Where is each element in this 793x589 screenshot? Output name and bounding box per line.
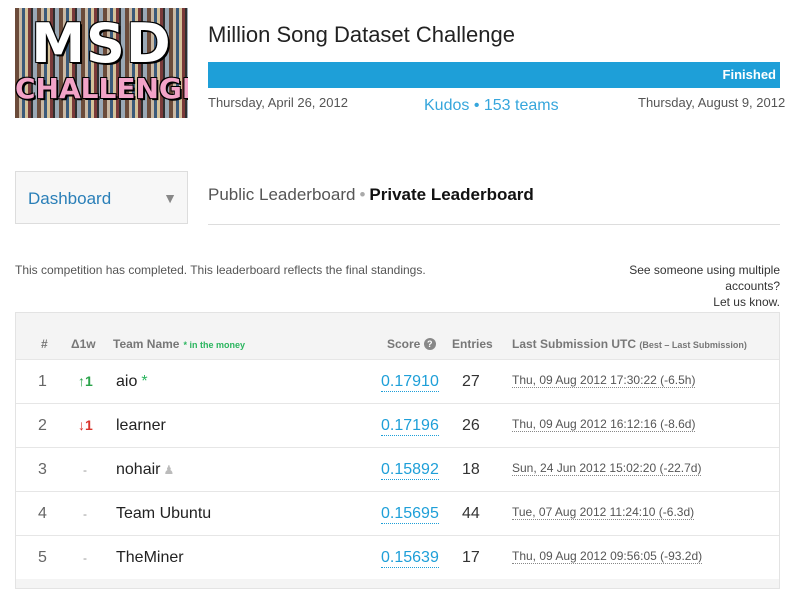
table-row[interactable]: 3 - nohair ♟ 0.15892 18 Sun, 24 Jun 2012 15:02…: [16, 447, 779, 491]
score-link[interactable]: 0.15695: [381, 505, 439, 524]
score-link[interactable]: 0.17196: [381, 417, 439, 436]
team-name[interactable]: Team Ubuntu: [116, 505, 211, 523]
table-row[interactable]: 5 - TheMiner 0.15639 17 Thu, 09 Aug 2012 09:5…: [16, 535, 779, 579]
logo-text-msd: MSD: [31, 12, 172, 75]
team-name-text: aio: [116, 373, 138, 390]
rank-change-flat: -: [83, 507, 87, 521]
rank-cell: 3: [38, 461, 47, 478]
rank-change-down: ↓1: [78, 417, 93, 433]
leaderboard-table: # Δ1w Team Name * in the money Score ? En…: [15, 312, 780, 589]
header-delta[interactable]: Δ1w: [71, 337, 96, 351]
table-row[interactable]: 1 ↑1 aio * 0.17910 27 Thu, 09 Aug 2012 17:30:2…: [16, 359, 779, 403]
team-name-text: Team Ubuntu: [116, 505, 212, 522]
dashboard-label: Dashboard: [28, 189, 112, 208]
tab-public-leaderboard[interactable]: Public Leaderboard: [208, 185, 355, 204]
header-score[interactable]: Score ?: [387, 337, 436, 351]
logo-text-challenge: CHALLENGE: [15, 72, 188, 105]
header-rank[interactable]: #: [41, 337, 48, 351]
table-row[interactable]: 2 ↓1 learner 0.17196 26 Thu, 09 Aug 2012 16:1…: [16, 403, 779, 447]
tab-separator: •: [359, 185, 366, 204]
team-name[interactable]: learner: [116, 417, 166, 435]
header-team-name[interactable]: Team Name * in the money: [113, 337, 245, 351]
dashboard-dropdown[interactable]: Dashboard ▼: [15, 171, 188, 224]
header-score-label: Score: [387, 337, 421, 351]
tab-private-leaderboard[interactable]: Private Leaderboard: [369, 185, 533, 204]
entries-count: 17: [462, 549, 480, 566]
entries-count: 27: [462, 373, 480, 390]
rank-cell: 1: [38, 373, 47, 390]
last-submission[interactable]: Thu, 09 Aug 2012 17:30:22 (-6.5h): [512, 373, 696, 388]
multiple-accounts-text-2: accounts?: [725, 279, 780, 293]
competition-logo[interactable]: MSD CHALLENGE: [15, 8, 188, 118]
rank-change-flat: -: [83, 463, 87, 477]
score-link[interactable]: 0.17910: [381, 373, 439, 392]
last-submission[interactable]: Sun, 24 Jun 2012 15:02:20 (-22.7d): [512, 461, 702, 476]
multiple-accounts-notice: See someone using multiple accounts? Let…: [600, 262, 780, 310]
table-row[interactable]: 4 - Team Ubuntu 0.15695 44 Tue, 07 Aug 2012 1…: [16, 491, 779, 535]
competition-progress-bar: Finished: [208, 62, 780, 88]
start-date: Thursday, April 26, 2012: [208, 95, 348, 110]
header-team-label: Team Name: [113, 337, 180, 351]
report-link[interactable]: Let us know.: [600, 294, 780, 310]
team-name-text: nohair: [116, 461, 161, 478]
leaderboard-tabs: Public Leaderboard • Private Leaderboard: [208, 185, 780, 225]
rank-change-up: ↑1: [78, 373, 93, 389]
end-date: Thursday, August 9, 2012: [638, 95, 786, 110]
last-submission[interactable]: Thu, 09 Aug 2012 09:56:05 (-93.2d): [512, 549, 703, 564]
rank-cell: 2: [38, 417, 47, 434]
last-submission[interactable]: Thu, 09 Aug 2012 16:12:16 (-8.6d): [512, 417, 696, 432]
multiple-accounts-text-1: See someone using multiple: [629, 263, 780, 277]
header-last-sublabel: (Best – Last Submission): [639, 340, 747, 350]
header-last-submission[interactable]: Last Submission UTC (Best – Last Submiss…: [512, 337, 747, 351]
entries-count: 26: [462, 417, 480, 434]
status-label: Finished: [722, 67, 776, 82]
score-link[interactable]: 0.15639: [381, 549, 439, 568]
team-name[interactable]: nohair ♟: [116, 461, 174, 479]
score-link[interactable]: 0.15892: [381, 461, 439, 480]
team-name[interactable]: TheMiner: [116, 549, 184, 567]
rank-change-flat: -: [83, 551, 87, 565]
rank-cell: 4: [38, 505, 47, 522]
in-the-money-star: *: [141, 373, 148, 390]
table-header: # Δ1w Team Name * in the money Score ? En…: [16, 313, 779, 359]
help-icon[interactable]: ?: [423, 338, 436, 350]
triangle-down-icon: ▼: [163, 190, 177, 206]
person-icon: ♟: [163, 463, 175, 477]
completion-notice: This competition has completed. This lea…: [15, 263, 426, 277]
team-name[interactable]: aio *: [116, 373, 148, 391]
team-name-text: learner: [116, 417, 166, 434]
competition-title[interactable]: Million Song Dataset Challenge: [208, 22, 515, 48]
rank-cell: 5: [38, 549, 47, 566]
kudos-teams-link[interactable]: Kudos • 153 teams: [424, 97, 559, 115]
entries-count: 44: [462, 505, 480, 522]
header-last-label: Last Submission UTC: [512, 337, 637, 351]
last-submission[interactable]: Tue, 07 Aug 2012 11:24:10 (-6.3d): [512, 505, 695, 520]
in-the-money-legend: * in the money: [183, 340, 245, 350]
team-name-text: TheMiner: [116, 549, 184, 566]
header-entries[interactable]: Entries: [452, 337, 493, 351]
entries-count: 18: [462, 461, 480, 478]
